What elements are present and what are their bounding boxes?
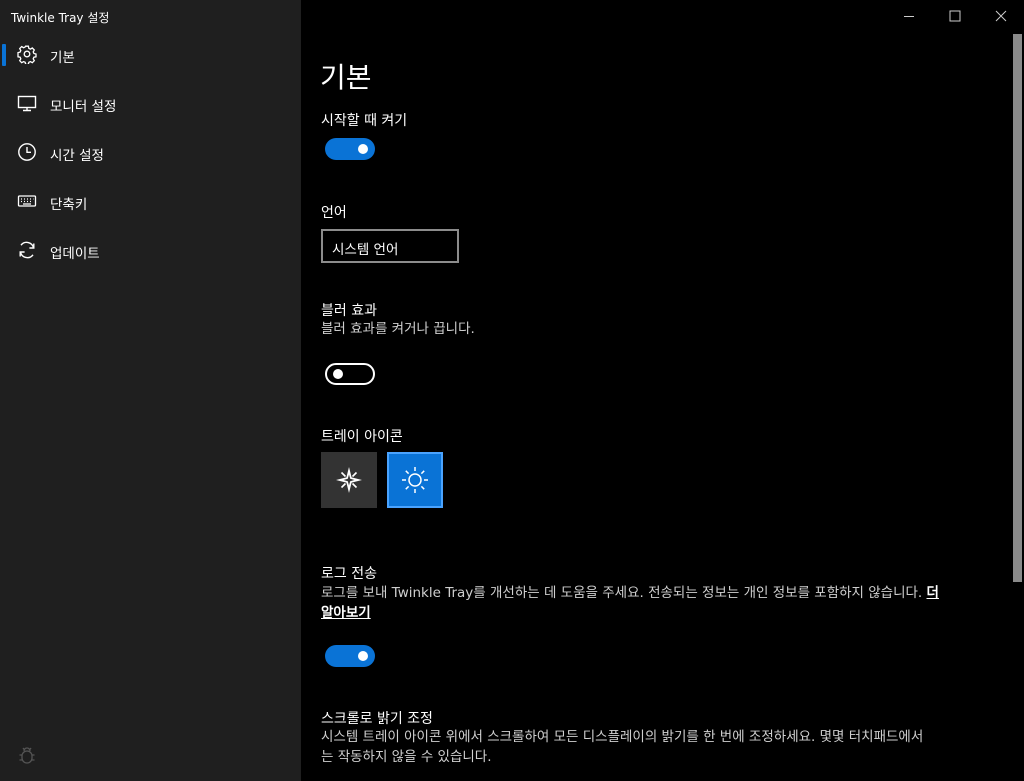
sidebar-item-label: 업데이트 [50, 246, 100, 262]
scroll-brightness-setting-description: 시스템 트레이 아이콘 위에서 스크롤하여 모든 디스플레이의 밝기를 한 번에… [321, 729, 924, 765]
monitor-icon [17, 93, 37, 113]
gear-icon [17, 44, 37, 64]
sidebar-item-updates[interactable]: 업데이트 [0, 226, 301, 275]
sidebar-nav: 기본 모니터 설정 시간 설정 단축키 업데이트 [0, 30, 301, 275]
sidebar-item-label: 기본 [50, 50, 75, 66]
minimize-button[interactable] [886, 0, 932, 32]
toggle-knob [333, 369, 343, 379]
logging-setting-title: 로그 전송 [321, 566, 377, 582]
maximize-icon [949, 10, 961, 22]
close-icon [995, 10, 1007, 22]
sidebar-item-time-settings[interactable]: 시간 설정 [0, 128, 301, 177]
sidebar-item-hotkeys[interactable]: 단축키 [0, 177, 301, 226]
tray-icon-setting-title: 트레이 아이콘 [321, 429, 403, 445]
sidebar: Twinkle Tray 설정 기본 모니터 설정 시간 설정 단축키 업데이트 [0, 0, 301, 781]
maximize-button[interactable] [932, 0, 978, 32]
blur-setting-description: 블러 효과를 켜거나 끕니다. [321, 321, 475, 337]
sidebar-item-label: 단축키 [50, 197, 88, 213]
sparkle-icon [336, 467, 362, 493]
sidebar-item-label: 모니터 설정 [50, 99, 117, 115]
sidebar-item-monitor-settings[interactable]: 모니터 설정 [0, 79, 301, 128]
sun-icon [402, 467, 428, 493]
close-button[interactable] [978, 0, 1024, 32]
scroll-brightness-setting-title: 스크롤로 밝기 조정 [321, 711, 433, 727]
logging-description-text: 로그를 보내 Twinkle Tray를 개선하는 데 도움을 주세요. 전송되… [321, 585, 923, 601]
tray-icon-option-sun[interactable] [387, 452, 443, 508]
sidebar-item-general[interactable]: 기본 [0, 30, 301, 79]
bug-icon[interactable] [18, 745, 36, 765]
keyboard-icon [17, 191, 37, 211]
startup-setting-title: 시작할 때 켜기 [321, 113, 408, 129]
selected-indicator [2, 44, 6, 66]
tray-icon-option-sparkle[interactable] [321, 452, 377, 508]
page-title: 기본 [320, 61, 372, 94]
clock-icon [17, 142, 37, 162]
minimize-icon [904, 16, 914, 17]
logging-toggle[interactable] [325, 645, 375, 667]
refresh-icon [17, 240, 37, 260]
language-setting-title: 언어 [321, 205, 347, 221]
window-title: Twinkle Tray 설정 [11, 11, 110, 25]
language-select[interactable]: 시스템 언어 [321, 229, 459, 263]
scrollbar[interactable] [1012, 32, 1024, 781]
logging-setting-description: 로그를 보내 Twinkle Tray를 개선하는 데 도움을 주세요. 전송되… [321, 583, 1001, 623]
blur-toggle[interactable] [325, 363, 375, 385]
blur-setting-title: 블러 효과 [321, 303, 377, 319]
scrollbar-thumb[interactable] [1013, 34, 1022, 582]
toggle-knob [358, 144, 368, 154]
startup-toggle[interactable] [325, 138, 375, 160]
language-select-value: 시스템 언어 [332, 242, 399, 258]
sidebar-item-label: 시간 설정 [50, 148, 104, 164]
toggle-knob [358, 651, 368, 661]
